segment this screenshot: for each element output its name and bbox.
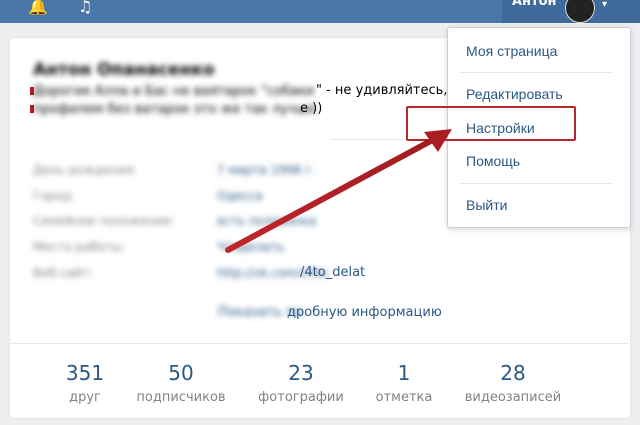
info-label-birthday: День рождения: — [33, 163, 137, 177]
info-label-work: Место работы: — [33, 240, 126, 254]
menu-item-edit[interactable]: Редактировать — [466, 86, 563, 102]
website-link[interactable]: /4to_delat — [300, 265, 365, 280]
settings-highlight-box — [406, 106, 576, 141]
stat-tags[interactable]: 1 отметка — [344, 360, 464, 408]
stat-number: 1 — [397, 361, 411, 385]
stat-label: подписчиков — [136, 390, 226, 405]
more-info-visible: дробную информацию — [287, 305, 442, 320]
stat-number: 23 — [288, 361, 314, 385]
show-more-info-link[interactable]: Показать по дробную информацию — [218, 305, 442, 320]
info-value-birthday[interactable]: 7 марта 1998 г. — [217, 163, 315, 177]
top-navigation-bar: 🔔 ♫ Антон ▾ — [0, 0, 640, 23]
user-name: Антон — [512, 0, 557, 9]
menu-item-logout[interactable]: Выйти — [466, 197, 507, 213]
stat-videos[interactable]: 28 видеозаписей — [453, 360, 573, 408]
info-value-work[interactable]: Чтоделать — [217, 240, 284, 254]
menu-item-my-page[interactable]: Моя страница — [466, 43, 557, 59]
info-label-relationship: Семейное положение: — [33, 214, 175, 228]
stat-number: 50 — [168, 361, 194, 385]
info-label-website: Веб-сайт: — [33, 266, 94, 280]
avatar — [565, 0, 595, 23]
menu-divider — [460, 72, 612, 73]
stat-label: видеозаписей — [464, 390, 562, 405]
chevron-down-icon: ▾ — [602, 0, 608, 10]
stat-photos[interactable]: 23 фотографии — [241, 360, 361, 408]
menu-divider — [460, 183, 612, 184]
stat-label: фотографии — [258, 390, 344, 405]
profile-name: Антон Опанасенко — [33, 60, 215, 80]
stat-followers[interactable]: 50 подписчиков — [121, 360, 241, 408]
info-value-city[interactable]: Одесса — [217, 189, 263, 203]
info-label-city: Город: — [33, 189, 75, 203]
status-hidden-1: Дорогие Алла и Бас не ваятарок "собаки — [33, 84, 315, 99]
menu-item-help[interactable]: Помощь — [466, 153, 520, 169]
stats-divider — [10, 343, 628, 344]
status-hidden-2: профилем без ватарок это же так лучше — [33, 102, 316, 117]
user-menu-toggle[interactable]: Антон ▾ — [502, 0, 640, 23]
stat-number: 28 — [500, 361, 526, 385]
bell-icon[interactable]: 🔔 — [28, 0, 48, 15]
stat-label: отметка — [375, 390, 433, 405]
info-value-relationship[interactable]: есть половинка — [217, 214, 316, 228]
status-visible-2: e )) — [300, 101, 323, 116]
music-icon[interactable]: ♫ — [78, 0, 92, 15]
